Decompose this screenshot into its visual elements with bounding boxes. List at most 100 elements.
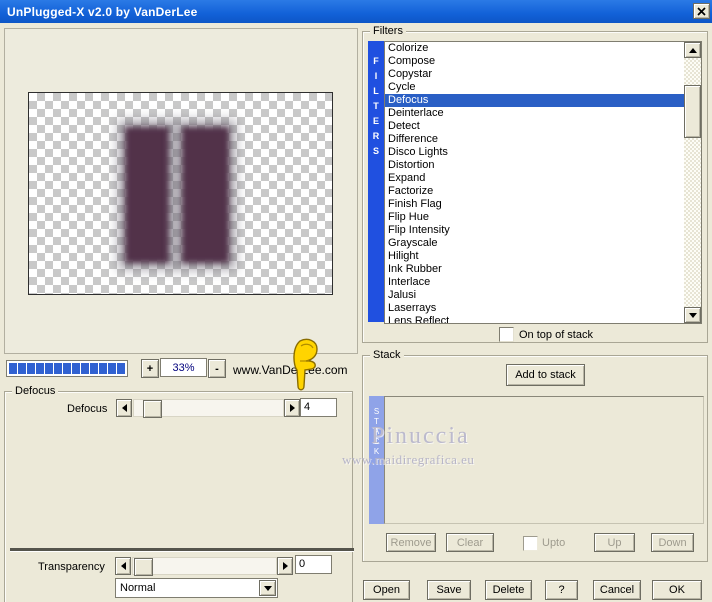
progress-segment [72,363,80,374]
defocus-slider-right-button[interactable] [284,399,300,417]
defocus-group-title: Defocus [12,385,59,397]
progress-segment [36,363,44,374]
hand-cursor-icon [293,338,318,391]
help-button[interactable]: ? [545,580,578,600]
scroll-up-button[interactable] [684,42,701,58]
transparency-slider-track[interactable] [132,557,277,576]
defocus-slider-track[interactable] [133,399,284,418]
scrollbar-thumb[interactable] [684,85,701,138]
upto-label: Upto [542,537,566,549]
window-title: UnPlugged-X v2.0 by VanDerLee [7,4,198,19]
close-button[interactable] [693,3,710,19]
separator-line [10,548,354,552]
blend-mode-dropdown[interactable]: Normal [115,578,278,598]
delete-button[interactable]: Delete [485,580,532,600]
filter-item[interactable]: Flip Intensity [385,224,684,237]
close-icon [697,6,706,16]
transparency-slider-thumb[interactable] [134,558,153,576]
scroll-down-button[interactable] [684,307,701,323]
cancel-button[interactable]: Cancel [593,580,641,600]
progress-segment [81,363,89,374]
right-arrow-icon [282,562,288,570]
progress-segment [108,363,116,374]
watermark-name: Pinuccia [371,423,470,449]
preview-panel [4,28,358,354]
filter-item[interactable]: Grayscale [385,237,684,250]
filter-list: Colorize Compose Copystar Cycle Defocus Deint… [385,42,684,323]
upto-checkbox[interactable] [523,536,538,551]
filter-item[interactable]: Factorize [385,185,684,198]
add-to-stack-button[interactable]: Add to stack [506,364,585,386]
on-top-of-stack-checkbox[interactable] [499,327,514,342]
filter-item[interactable]: Difference [385,133,684,146]
zoom-level-display: 33% [160,358,207,377]
filter-item[interactable]: Disco Lights [385,146,684,159]
defocus-slider-left-button[interactable] [116,399,132,417]
filters-groupbox: Filters F I L T E R S Colorize Compose Cop… [362,25,708,343]
filter-item[interactable]: Laserrays [385,302,684,315]
progress-segment [99,363,107,374]
filter-item[interactable]: Flip Hue [385,211,684,224]
filter-item[interactable]: Distortion [385,159,684,172]
filters-group-title: Filters [370,25,406,37]
arrow-down-icon [688,312,697,318]
on-top-of-stack-row: On top of stack [499,327,593,342]
zoom-out-button[interactable]: - [208,359,226,378]
progress-segment [63,363,71,374]
filter-item[interactable]: Deinterlace [385,107,684,120]
filter-item[interactable]: Jalusi [385,289,684,302]
watermark-url: www.maidiregrafica.eu [342,452,475,467]
filter-item[interactable]: Detect [385,120,684,133]
filter-item[interactable]: Cycle [385,81,684,94]
zoom-in-button[interactable]: + [141,359,159,378]
clear-button[interactable]: Clear [446,533,494,552]
filter-item[interactable]: Defocus [385,94,684,107]
transparency-slider-right-button[interactable] [277,557,293,575]
filter-item[interactable]: Copystar [385,68,684,81]
preview-image[interactable] [28,92,333,295]
progress-segment [18,363,26,374]
unplugged-x-dialog: UnPlugged-X v2.0 by VanDerLee + 33% - ww… [0,0,712,602]
filter-item[interactable]: Ink Rubber [385,263,684,276]
defocus-value-input[interactable]: 4 [300,398,337,417]
defocus-slider-label: Defocus [67,403,108,415]
filter-item[interactable]: Expand [385,172,684,185]
left-arrow-icon [121,404,127,412]
filter-item[interactable]: Finish Flag [385,198,684,211]
filter-list-scrollbar[interactable] [684,42,701,323]
on-top-of-stack-label: On top of stack [519,328,593,341]
progress-segment [45,363,53,374]
filters-vertical-banner: F I L T E R S [368,41,384,322]
transparency-value-input[interactable]: 0 [295,555,332,574]
progress-segment [27,363,35,374]
down-button[interactable]: Down [651,533,694,552]
stack-group-title: Stack [370,349,404,361]
preview-shape-left [125,127,169,263]
filter-item[interactable]: Compose [385,55,684,68]
filter-item[interactable]: Lens Reflect [385,315,684,323]
arrow-up-icon [688,47,697,53]
left-arrow-icon [120,562,126,570]
filter-item[interactable]: Interlace [385,276,684,289]
blend-mode-value: Normal [120,582,156,594]
progress-segment [90,363,98,374]
filter-item[interactable]: Colorize [385,42,684,55]
ok-button[interactable]: OK [652,580,702,600]
right-arrow-icon [289,404,295,412]
progress-segment [9,363,17,374]
dropdown-arrow-button[interactable] [259,580,276,596]
progress-segment [117,363,125,374]
transparency-label: Transparency [38,561,105,573]
filter-listbox: Colorize Compose Copystar Cycle Defocus Deint… [384,41,702,324]
up-button[interactable]: Up [594,533,635,552]
defocus-slider-thumb[interactable] [143,400,162,418]
filter-item[interactable]: Hilight [385,250,684,263]
remove-button[interactable]: Remove [386,533,436,552]
render-progress-bar [6,360,128,377]
transparency-slider-left-button[interactable] [115,557,131,575]
open-button[interactable]: Open [363,580,410,600]
preview-shape-right [182,127,229,263]
save-button[interactable]: Save [427,580,471,600]
chevron-down-icon [263,585,272,591]
titlebar[interactable]: UnPlugged-X v2.0 by VanDerLee [0,0,712,23]
